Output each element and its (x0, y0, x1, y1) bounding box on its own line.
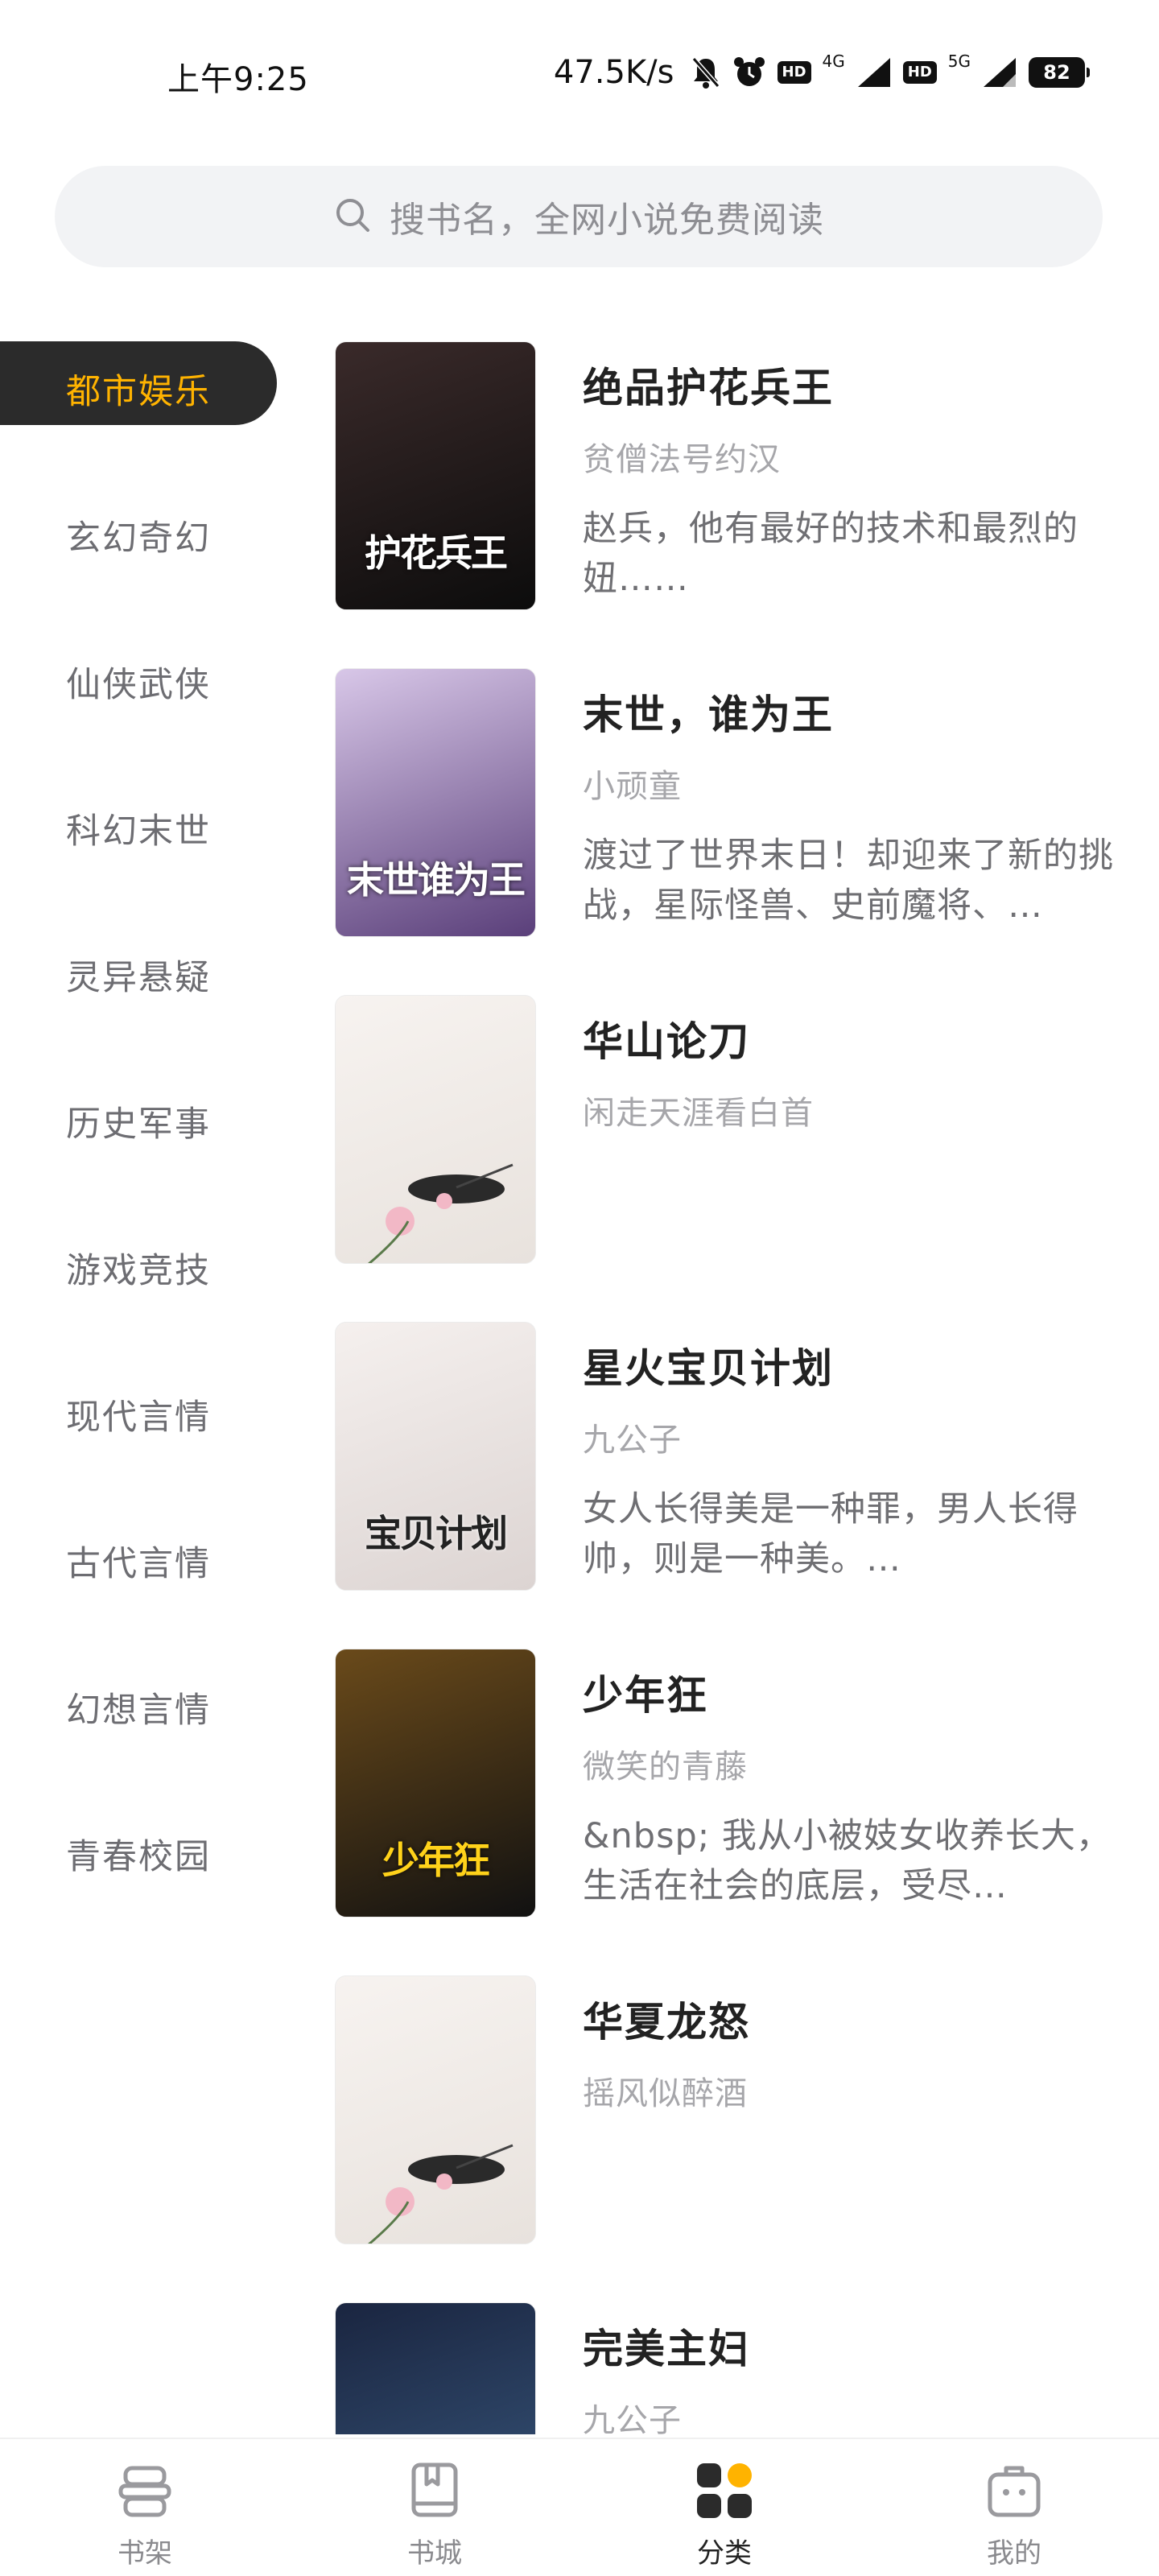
category-item-gudai[interactable]: 古代言情 (0, 1513, 282, 1660)
book-cover: 宝贝计划 (335, 1322, 536, 1591)
book-title: 末世，谁为王 (583, 691, 834, 738)
hd-badge: HD (777, 61, 811, 84)
category-item-xuanhuan[interactable]: 玄幻奇幻 (0, 488, 282, 634)
book-cover: 少年狂 (335, 1649, 536, 1918)
category-item-youxi[interactable]: 游戏竞技 (0, 1220, 282, 1367)
status-icons: 47.5K/s HD 4G HD 5G 82 (553, 52, 1090, 91)
book-info: 完美主妇 九公子 (583, 2317, 1130, 2434)
category-item-xiandai[interactable]: 现代言情 (0, 1367, 282, 1513)
book-info: 绝品护花兵王 贫僧法号约汉 赵兵，他有最好的技术和最烈的妞…… (583, 356, 1130, 604)
nav-label: 书架 (118, 2537, 172, 2570)
book-list: 护花兵王 绝品护花兵王 贫僧法号约汉 赵兵，他有最好的技术和最烈的妞…… 末世谁… (335, 341, 1140, 2434)
book-cover: 护花兵王 (335, 341, 536, 610)
book-title: 绝品护花兵王 (583, 365, 834, 411)
status-bar: 上午9:25 47.5K/s HD 4G HD 5G 82 (0, 0, 1159, 153)
book-info: 华夏龙怒 摇风似醉酒 (583, 1990, 1130, 2114)
book-author: 九公子 (583, 1422, 682, 1459)
lotus-illustration (368, 2144, 514, 2244)
search-placeholder: 搜书名，全网小说免费阅读 (390, 200, 824, 241)
nav-label: 分类 (697, 2537, 752, 2570)
battery-icon: 82 (1029, 57, 1090, 88)
book-description: 女人长得美是一种罪，男人长得帅，则是一种美。… (583, 1489, 1079, 1579)
category-label: 青春校园 (66, 1837, 211, 1877)
book-item[interactable]: 华山论刀 闲走天涯看白首 (335, 995, 1140, 1264)
category-item-lishi[interactable]: 历史军事 (0, 1074, 282, 1220)
book-author: 微笑的青藤 (583, 1748, 748, 1785)
category-label: 都市娱乐 (66, 372, 211, 412)
cover-title: 少年狂 (382, 1839, 490, 1882)
book-author: 贫僧法号约汉 (583, 441, 781, 478)
nav-category[interactable]: 分类 (580, 2439, 869, 2576)
book-item[interactable]: 少年狂 少年狂 微笑的青藤 &nbsp; 我从小被妓女收养长大，生活在社会的底层… (335, 1649, 1140, 1918)
book-item[interactable]: 末世谁为王 末世，谁为王 小顽童 渡过了世界末日！却迎来了新的挑战，星际怪兽、史… (335, 668, 1140, 937)
network-5g-label: 5G (947, 52, 971, 71)
nav-bookshelf[interactable]: 书架 (0, 2439, 290, 2576)
book-item[interactable]: 华夏龙怒 摇风似醉酒 (335, 1975, 1140, 2244)
category-item-xianxia[interactable]: 仙侠武侠 (0, 634, 282, 781)
book-cover (335, 1975, 536, 2244)
net-speed: 47.5K/s (553, 54, 674, 91)
nav-bookstore[interactable]: 书城 (290, 2439, 580, 2576)
cover-title: 末世谁为王 (347, 858, 526, 902)
category-item-kehuan[interactable]: 科幻末世 (0, 781, 282, 927)
book-author: 闲走天涯看白首 (583, 1095, 814, 1132)
book-title: 星火宝贝计划 (583, 1345, 834, 1392)
book-item[interactable]: 护花兵王 绝品护花兵王 贫僧法号约汉 赵兵，他有最好的技术和最烈的妞…… (335, 341, 1140, 610)
book-icon (404, 2460, 465, 2521)
hd-badge-2: HD (902, 61, 937, 84)
book-author: 小顽童 (583, 768, 682, 805)
book-cover: 末世谁为王 (335, 668, 536, 937)
book-info: 少年狂 微笑的青藤 &nbsp; 我从小被妓女收养长大，生活在社会的底层，受尽… (583, 1663, 1130, 1911)
cover-title: 宝贝计划 (365, 1512, 508, 1555)
category-label: 科幻末世 (66, 811, 211, 852)
bottom-nav: 书架 书城 分类 我的 (0, 2438, 1159, 2576)
category-label: 玄幻奇幻 (66, 518, 211, 559)
network-4g-label: 4G (822, 52, 845, 71)
category-icon (694, 2460, 755, 2521)
search-icon (333, 196, 372, 237)
lotus-illustration (368, 1163, 514, 1263)
nav-profile[interactable]: 我的 (869, 2439, 1159, 2576)
profile-bag-icon (984, 2460, 1045, 2521)
category-label: 现代言情 (66, 1397, 211, 1438)
book-cover (335, 995, 536, 1264)
app-screen: 上午9:25 47.5K/s HD 4G HD 5G 82 搜书名，全网小说免费… (0, 0, 1159, 2576)
book-item[interactable]: 完美主妇 九公子 (335, 2302, 1140, 2434)
nav-label: 我的 (987, 2537, 1041, 2570)
search-input[interactable]: 搜书名，全网小说免费阅读 (55, 166, 1103, 267)
category-label: 游戏竞技 (66, 1251, 211, 1291)
book-author: 九公子 (583, 2402, 682, 2434)
book-info: 星火宝贝计划 九公子 女人长得美是一种罪，男人长得帅，则是一种美。… (583, 1336, 1130, 1584)
book-info: 末世，谁为王 小顽童 渡过了世界末日！却迎来了新的挑战，星际怪兽、史前魔将、… (583, 683, 1130, 931)
signal-icon (856, 55, 892, 90)
category-item-lingyi[interactable]: 灵异悬疑 (0, 927, 282, 1074)
book-info: 华山论刀 闲走天涯看白首 (583, 1009, 1130, 1133)
book-title: 华夏龙怒 (583, 1999, 750, 2046)
status-time: 上午9:25 (167, 61, 309, 98)
book-item[interactable]: 宝贝计划 星火宝贝计划 九公子 女人长得美是一种罪，男人长得帅，则是一种美。… (335, 1322, 1140, 1591)
category-label: 灵异悬疑 (66, 958, 211, 998)
signal-icon-2 (982, 55, 1017, 90)
bell-muted-icon (691, 55, 721, 90)
cover-title: 护花兵王 (365, 531, 508, 575)
category-item-qingchun[interactable]: 青春校园 (0, 1806, 282, 1953)
category-label: 历史军事 (66, 1104, 211, 1145)
category-label: 仙侠武侠 (66, 665, 211, 705)
category-label: 幻想言情 (66, 1690, 211, 1731)
category-item-huanxiang[interactable]: 幻想言情 (0, 1660, 282, 1806)
book-description: 赵兵，他有最好的技术和最烈的妞…… (583, 509, 1079, 599)
book-cover (335, 2302, 536, 2434)
nav-label: 书城 (407, 2537, 462, 2570)
category-item-dushi[interactable]: 都市娱乐 (0, 341, 282, 488)
alarm-icon (732, 55, 766, 90)
book-description: 渡过了世界末日！却迎来了新的挑战，星际怪兽、史前魔将、… (583, 836, 1114, 926)
book-title: 完美主妇 (583, 2326, 750, 2372)
category-sidebar: 都市娱乐 玄幻奇幻 仙侠武侠 科幻末世 灵异悬疑 历史军事 游戏竞技 现代言情 … (0, 341, 282, 1953)
book-description: &nbsp; 我从小被妓女收养长大，生活在社会的底层，受尽… (583, 1816, 1112, 1906)
book-title: 少年狂 (583, 1672, 708, 1719)
bookshelf-icon (114, 2460, 175, 2521)
book-author: 摇风似醉酒 (583, 2075, 748, 2112)
book-title: 华山论刀 (583, 1018, 750, 1065)
category-label: 古代言情 (66, 1544, 211, 1584)
